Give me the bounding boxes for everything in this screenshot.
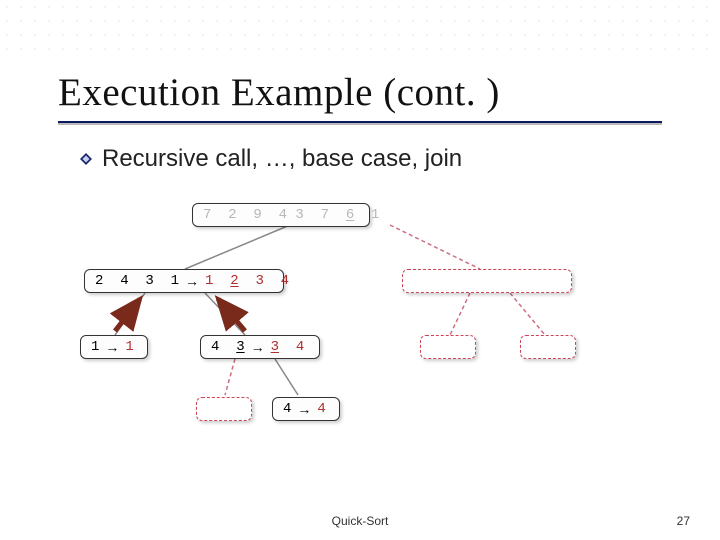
leftleft-output: 1 [125, 339, 133, 355]
arrow-icon: → [251, 339, 265, 355]
left-input: 2 4 3 1 [95, 273, 179, 289]
bullet-row: Recursive call, …, base case, join [0, 123, 720, 173]
tree-diagram: 7 2 9 4 3 7 6 1 2 4 3 1 → 1 2 3 4 1 → 1 … [0, 173, 720, 483]
bullet-text: Recursive call, …, base case, join [102, 145, 462, 173]
lr-right-output: 4 [317, 401, 325, 417]
tree-right-child-placeholder-2 [520, 335, 576, 359]
arrow-icon: → [185, 273, 199, 289]
page-number: 27 [677, 514, 690, 528]
tree-leftleft-box: 1 → 1 [80, 335, 148, 359]
arrow-icon: → [297, 401, 311, 417]
tree-left-box: 2 4 3 1 → 1 2 3 4 [84, 269, 284, 293]
tree-right-child-placeholder-1 [420, 335, 476, 359]
diamond-bullet-icon [80, 153, 92, 165]
footer-label: Quick-Sort [332, 514, 389, 528]
leftright-input: 4 3 [211, 339, 245, 355]
left-output: 1 2 3 4 [205, 273, 289, 289]
tree-lr-right-box: 4 → 4 [272, 397, 340, 421]
arrow-icon: → [105, 339, 119, 355]
tree-root-box: 7 2 9 4 3 7 6 1 [192, 203, 370, 227]
slide-title: Execution Example (cont. ) [0, 0, 720, 115]
leftleft-input: 1 [91, 339, 99, 355]
tree-lr-left-placeholder [196, 397, 252, 421]
tree-leftright-box: 4 3 → 3 4 [200, 335, 320, 359]
tree-right-placeholder [402, 269, 572, 293]
leftright-output: 3 4 [271, 339, 305, 355]
root-input: 7 2 9 4 3 7 6 1 [203, 207, 379, 223]
lr-right-input: 4 [283, 401, 291, 417]
